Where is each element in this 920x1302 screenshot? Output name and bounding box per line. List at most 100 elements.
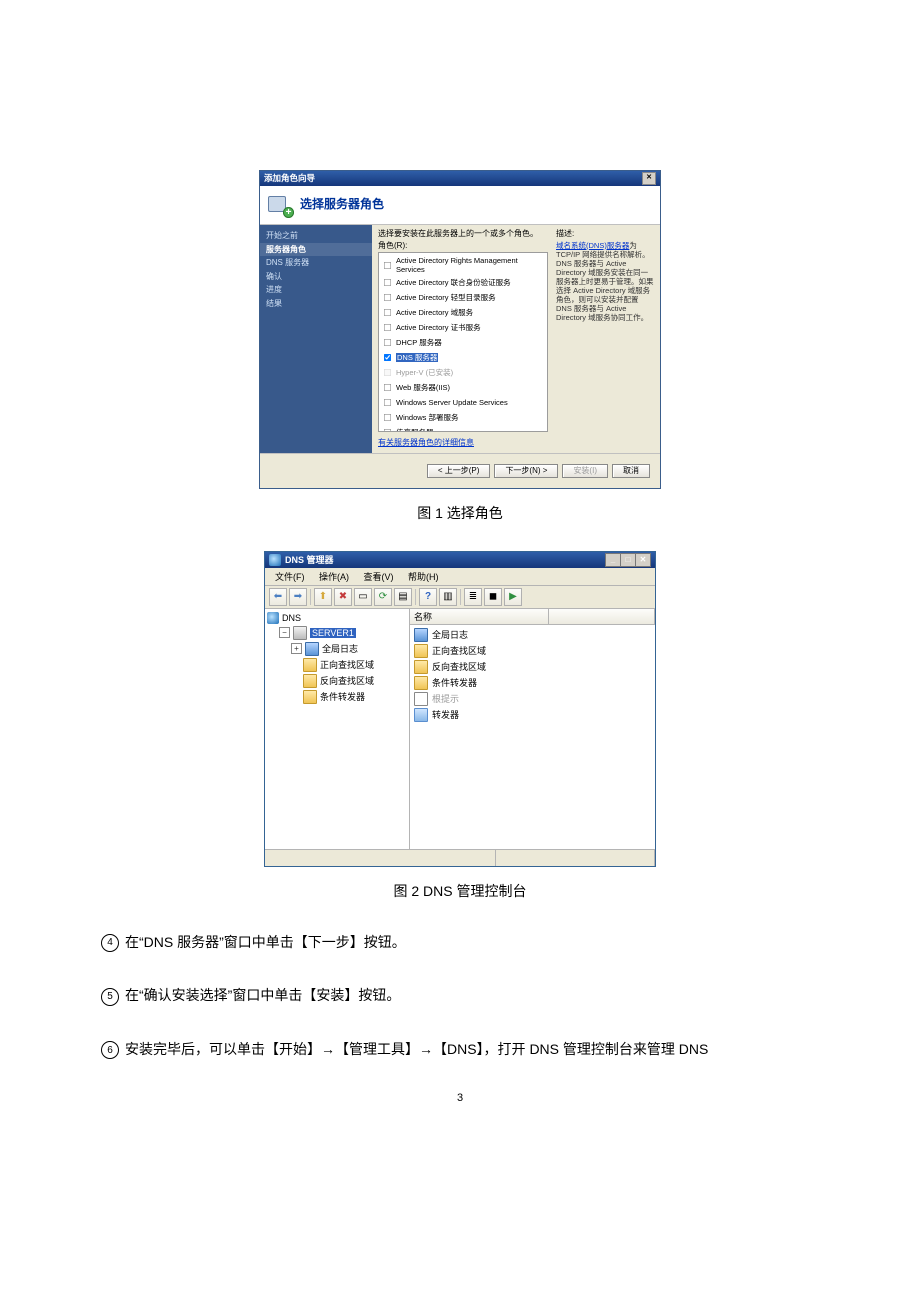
description-link[interactable]: 域名系统(DNS)服务器 — [556, 241, 629, 250]
close-icon[interactable]: ✕ — [635, 553, 651, 567]
roles-more-link[interactable]: 有关服务器角色的详细信息 — [378, 438, 548, 448]
list-item-label: 反向查找区域 — [432, 660, 486, 673]
tree-root[interactable]: DNS — [267, 611, 407, 625]
column-name[interactable]: 名称 — [410, 609, 549, 624]
list-item[interactable]: 全局日志 — [414, 627, 651, 643]
role-label: Windows Server Update Services — [396, 398, 508, 407]
delete-icon[interactable]: ✖ — [334, 588, 352, 606]
cancel-button[interactable]: 取消 — [612, 464, 650, 478]
dns-icon — [267, 612, 279, 624]
stop-icon[interactable]: ◼ — [484, 588, 502, 606]
nav-confirm[interactable]: 确认 — [266, 270, 366, 284]
role-checkbox[interactable] — [384, 262, 391, 269]
role-checkbox[interactable] — [384, 384, 391, 391]
menu-file[interactable]: 文件(F) — [269, 572, 311, 582]
back-icon[interactable]: ⬅ — [269, 588, 287, 606]
maximize-icon[interactable]: □ — [620, 553, 636, 567]
tree-server[interactable]: − SERVER1 — [267, 625, 407, 641]
list-item[interactable]: 条件转发器 — [414, 675, 651, 691]
export-icon[interactable]: ▤ — [394, 588, 412, 606]
role-label: Active Directory Rights Management Servi… — [396, 256, 545, 274]
forward-icon[interactable]: ➡ — [289, 588, 307, 606]
role-row[interactable]: DHCP 服务器 — [381, 335, 545, 350]
role-checkbox[interactable] — [384, 279, 391, 286]
book-icon — [305, 642, 319, 656]
next-button[interactable]: 下一步(N) > — [494, 464, 558, 478]
refresh-icon[interactable]: ⟳ — [374, 588, 392, 606]
close-icon[interactable]: ✕ — [642, 172, 656, 185]
list-item[interactable]: 反向查找区域 — [414, 659, 651, 675]
role-label: DHCP 服务器 — [396, 338, 442, 347]
tool-icon[interactable]: ▥ — [439, 588, 457, 606]
role-row[interactable]: Web 服务器(IIS) — [381, 380, 545, 395]
role-label: DNS 服务器 — [396, 353, 438, 362]
role-checkbox[interactable] — [384, 399, 391, 406]
dns-list: 名称 全局日志正向查找区域反向查找区域条件转发器根提示转发器 — [410, 609, 655, 849]
tree-node[interactable]: 正向查找区域 — [267, 657, 407, 673]
role-checkbox[interactable] — [384, 429, 391, 432]
menu-action[interactable]: 操作(A) — [313, 572, 355, 582]
status-bar — [265, 849, 655, 866]
role-checkbox[interactable] — [384, 309, 391, 316]
toolbar-divider — [415, 589, 416, 605]
wizard-footer: < 上一步(P) 下一步(N) > 安装(I) 取消 — [260, 453, 660, 488]
list-item[interactable]: 根提示 — [414, 691, 651, 707]
role-label: Windows 部署服务 — [396, 413, 459, 422]
role-row[interactable]: Active Directory 轻型目录服务 — [381, 290, 545, 305]
role-row[interactable]: Active Directory Rights Management Servi… — [381, 255, 545, 275]
roles-intro: 选择要安装在此服务器上的一个或多个角色。 — [378, 229, 548, 239]
description-text: 域名系统(DNS)服务器为 TCP/IP 网络提供名称解析。DNS 服务器与 A… — [556, 241, 654, 322]
menu-help[interactable]: 帮助(H) — [402, 572, 445, 582]
list-header[interactable]: 名称 — [410, 609, 655, 625]
role-row[interactable]: Windows Server Update Services — [381, 395, 545, 410]
nav-results[interactable]: 结果 — [266, 297, 366, 311]
list-icon[interactable]: ≣ — [464, 588, 482, 606]
role-checkbox[interactable] — [384, 354, 391, 361]
prev-button[interactable]: < 上一步(P) — [427, 464, 491, 478]
step-number-5: 5 — [101, 988, 119, 1006]
play-icon[interactable]: ▶ — [504, 588, 522, 606]
dns-tree[interactable]: DNS − SERVER1 + 全局日志 正 — [265, 609, 410, 849]
properties-icon[interactable]: ▭ — [354, 588, 372, 606]
nav-progress[interactable]: 进度 — [266, 283, 366, 297]
role-label: Active Directory 联合身份验证服务 — [396, 278, 511, 287]
nav-dns-server[interactable]: DNS 服务器 — [266, 256, 366, 270]
role-row[interactable]: DNS 服务器 — [381, 350, 545, 365]
figure2-caption: 图 2 DNS 管理控制台 — [95, 881, 825, 901]
collapse-icon[interactable]: − — [279, 627, 290, 638]
list-item-label: 转发器 — [432, 708, 459, 721]
role-checkbox[interactable] — [384, 414, 391, 421]
nav-start[interactable]: 开始之前 — [266, 229, 366, 243]
wizard-heading: 选择服务器角色 — [300, 197, 384, 211]
role-row[interactable]: Windows 部署服务 — [381, 410, 545, 425]
role-label: Web 服务器(IIS) — [396, 383, 450, 392]
role-row[interactable]: 传真服务器 — [381, 425, 545, 432]
tree-node[interactable]: 条件转发器 — [267, 689, 407, 705]
role-checkbox[interactable] — [384, 324, 391, 331]
column-blank[interactable] — [549, 609, 655, 624]
tree-node[interactable]: + 全局日志 — [267, 641, 407, 657]
role-checkbox[interactable] — [384, 294, 391, 301]
list-item[interactable]: 正向查找区域 — [414, 643, 651, 659]
help-icon[interactable]: ? — [419, 588, 437, 606]
tree-node[interactable]: 反向查找区域 — [267, 673, 407, 689]
role-row[interactable]: Active Directory 证书服务 — [381, 320, 545, 335]
minimize-icon[interactable]: _ — [605, 553, 621, 567]
role-label: Active Directory 域服务 — [396, 308, 473, 317]
role-checkbox[interactable] — [384, 339, 391, 346]
folder-icon — [303, 674, 317, 688]
role-label: 传真服务器 — [396, 428, 434, 432]
list-item[interactable]: 转发器 — [414, 707, 651, 723]
expand-icon[interactable]: + — [291, 643, 302, 654]
dns-body: DNS − SERVER1 + 全局日志 正 — [265, 609, 655, 849]
description-column: 描述: 域名系统(DNS)服务器为 TCP/IP 网络提供名称解析。DNS 服务… — [548, 229, 654, 449]
nav-server-roles[interactable]: 服务器角色 — [260, 243, 372, 257]
roles-listbox[interactable]: Active Directory Rights Management Servi… — [378, 252, 548, 432]
menu-view[interactable]: 查看(V) — [358, 572, 400, 582]
role-row[interactable]: Active Directory 域服务 — [381, 305, 545, 320]
role-checkbox — [384, 369, 391, 376]
step-number-4: 4 — [101, 934, 119, 952]
role-row[interactable]: Active Directory 联合身份验证服务 — [381, 275, 545, 290]
list-body[interactable]: 全局日志正向查找区域反向查找区域条件转发器根提示转发器 — [410, 625, 655, 725]
up-icon[interactable]: ⬆ — [314, 588, 332, 606]
